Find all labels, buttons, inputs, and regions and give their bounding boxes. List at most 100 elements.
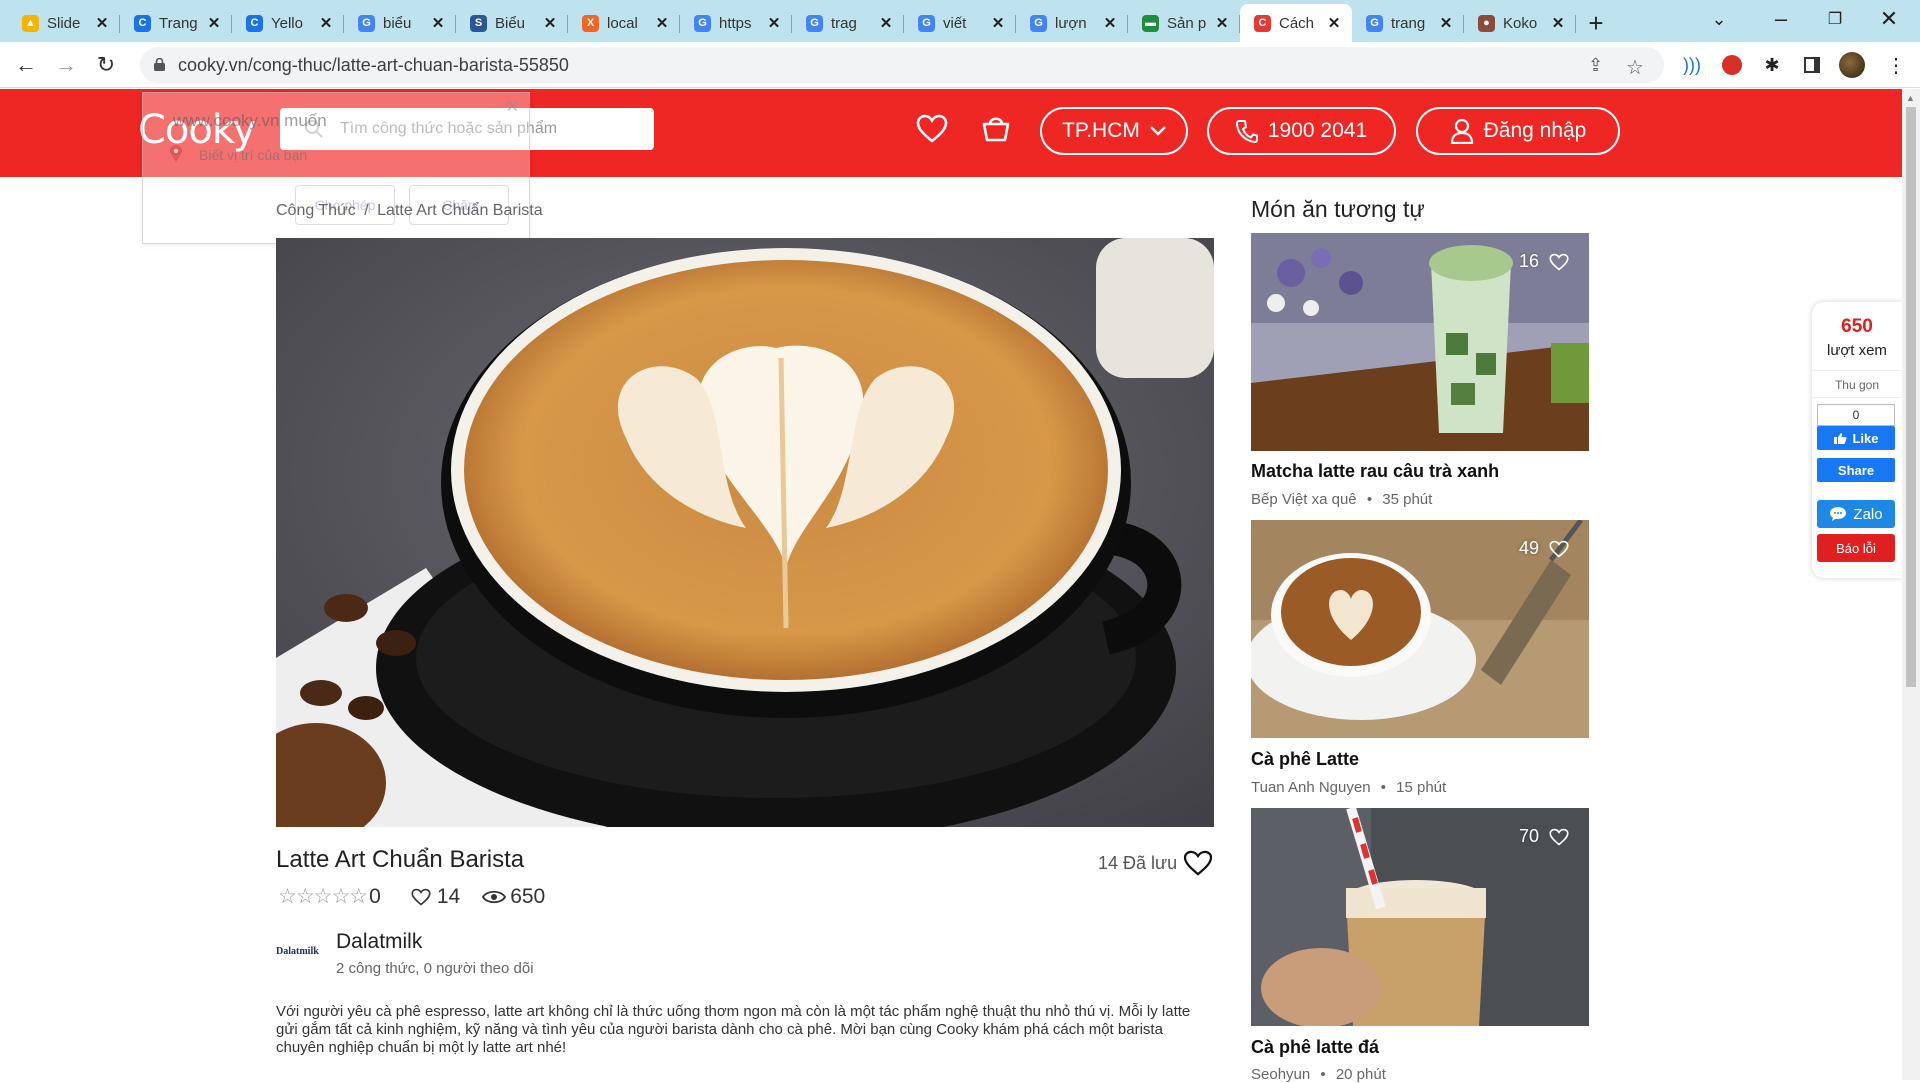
browser-tab[interactable]: Gviết ✕ [904, 4, 1016, 42]
similar-recipes-heading: Món ăn tương tự [1251, 196, 1425, 222]
scroll-up-arrow-icon[interactable]: ▲ [1906, 93, 1915, 103]
user-icon [1450, 118, 1473, 144]
tab-search-chevron-icon[interactable]: ⌄ [1688, 0, 1750, 38]
browser-tab[interactable]: Gbiểu ✕ [344, 4, 456, 42]
browser-tab[interactable]: C Trang ✕ [120, 4, 232, 42]
reload-button[interactable]: ↻ [90, 49, 122, 81]
back-button[interactable]: ← [10, 49, 42, 81]
profile-avatar[interactable] [1838, 51, 1866, 79]
browser-tab[interactable]: Gtrang ✕ [1352, 4, 1464, 42]
maximize-button[interactable]: ❐ [1804, 0, 1866, 38]
saved-count-label: 14 Đã lưu [1098, 852, 1178, 873]
views-eye-icon [482, 890, 507, 903]
fb-like-label: Like [1852, 430, 1879, 446]
location-pin-icon [170, 145, 182, 162]
author-name[interactable]: Dalatmilk [336, 930, 422, 954]
browser-tab[interactable]: Ghttps ✕ [680, 4, 792, 42]
browser-tab[interactable]: Gtrag ✕ [792, 4, 904, 42]
tab-close-icon[interactable]: ✕ [1326, 14, 1342, 32]
minimize-button[interactable]: – [1750, 0, 1812, 38]
page-scrollbar[interactable]: ▲ [1902, 89, 1920, 1080]
shopping-basket-icon[interactable] [980, 112, 1012, 144]
tab-close-icon[interactable]: ✕ [1214, 14, 1230, 32]
tab-close-icon[interactable]: ✕ [1438, 14, 1454, 32]
browser-tab[interactable]: S Biểu ✕ [456, 4, 568, 42]
browser-tab[interactable]: C Yello ✕ [232, 4, 344, 42]
similar-recipe-title[interactable]: Cà phê Latte [1251, 749, 1359, 770]
address-bar[interactable]: cooky.vn/cong-thuc/latte-art-chuan-baris… [140, 47, 1664, 83]
zalo-share-button[interactable]: Zalo [1817, 500, 1895, 528]
similar-recipe-title[interactable]: Cà phê latte đá [1251, 1037, 1379, 1058]
similar-recipe-title[interactable]: Matcha latte rau câu trà xanh [1251, 461, 1499, 482]
tab-close-icon[interactable]: ✕ [1550, 14, 1566, 32]
browser-tab[interactable]: Glượn ✕ [1016, 4, 1128, 42]
location-popup-subtitle: Biết vị trí của bạn [199, 147, 308, 163]
card-like-count: 16 [1519, 251, 1569, 272]
fb-like-button[interactable]: Like [1817, 426, 1895, 450]
browser-menu-icon[interactable]: ⋮ [1882, 51, 1910, 79]
browser-tab[interactable]: C Cách ✕ [1240, 4, 1352, 42]
tab-close-icon[interactable]: ✕ [206, 14, 222, 32]
tab-favicon-icon: ▲ [22, 14, 39, 32]
tab-close-icon[interactable]: ✕ [990, 14, 1006, 32]
url-text: cooky.vn/cong-thuc/latte-art-chuan-baris… [178, 54, 569, 75]
rating-stars[interactable]: ☆☆☆☆☆ [278, 884, 368, 909]
similar-recipe-time: 15 phút [1396, 779, 1447, 796]
similar-recipe-author[interactable]: Bếp Việt xa quê [1251, 491, 1357, 508]
tab-close-icon[interactable]: ✕ [766, 14, 782, 32]
fb-like-count: 0 [1817, 404, 1895, 426]
tab-close-icon[interactable]: ✕ [1102, 14, 1118, 32]
tab-favicon-icon: ● [1478, 14, 1495, 32]
save-recipe-button[interactable]: 14 Đã lưu [1098, 850, 1213, 876]
breadcrumb-root-link[interactable]: Công Thức [276, 202, 356, 219]
location-popup-close-icon[interactable]: ✕ [506, 97, 519, 117]
hotline-button[interactable]: 1900 2041 [1207, 107, 1396, 155]
rating-count: 0 [369, 884, 381, 908]
card-heart-icon[interactable] [1549, 540, 1569, 558]
browser-tab[interactable]: Xlocal ✕ [568, 4, 680, 42]
author-logo[interactable]: Dalatmilk [276, 946, 319, 957]
browser-tab[interactable]: ▬ Sản p ✕ [1128, 4, 1240, 42]
bookmark-star-icon[interactable]: ☆ [1626, 55, 1644, 80]
puzzle-extensions-icon[interactable]: ✱ [1758, 51, 1786, 79]
similar-recipe-author[interactable]: Tuan Anh Nguyen [1251, 779, 1371, 796]
tab-favicon-icon: C [1254, 14, 1271, 32]
fb-share-button[interactable]: Share [1817, 458, 1895, 482]
close-window-button[interactable]: ✕ [1858, 0, 1920, 38]
browser-tab[interactable]: ● Koko ✕ [1464, 4, 1576, 42]
browser-tab-strip: ▲ Slide ✕ C Trang ✕ C Yello ✕ Gbiểu ✕ S Biểu ✕ Xlocal ✕… [0, 0, 1920, 42]
tab-close-icon[interactable]: ✕ [878, 14, 894, 32]
tab-close-icon[interactable]: ✕ [654, 14, 670, 32]
tab-title: Slide [47, 14, 81, 32]
tab-favicon-icon: G [806, 14, 823, 32]
city-selector[interactable]: TP.HCM [1040, 107, 1188, 155]
share-icon[interactable]: ⇪ [1588, 55, 1603, 76]
scrollbar-thumb[interactable] [1906, 107, 1916, 687]
card-heart-icon[interactable] [1549, 828, 1569, 846]
tab-close-icon[interactable]: ✕ [430, 14, 446, 32]
tab-strip-spacer [0, 4, 8, 42]
forward-button[interactable]: → [50, 49, 82, 81]
views-count: 650 [510, 884, 546, 908]
report-error-button[interactable]: Báo lỗi [1817, 534, 1895, 562]
recipe-description: Với người yêu cà phê espresso, latte art… [276, 1003, 1191, 1056]
side-panel-icon[interactable] [1798, 51, 1826, 79]
browser-tab[interactable]: ▲ Slide ✕ [8, 4, 120, 42]
tab-close-icon[interactable]: ✕ [318, 14, 334, 32]
collapse-widget-button[interactable]: Thu gọn [1812, 370, 1902, 398]
favorites-heart-icon[interactable] [916, 114, 948, 144]
login-button[interactable]: Đăng nhập [1416, 107, 1620, 155]
tab-title: biểu [383, 14, 412, 32]
adblock-extension-icon[interactable] [1718, 51, 1746, 79]
tab-close-icon[interactable]: ✕ [542, 14, 558, 32]
similar-recipe-author[interactable]: Seohyun [1251, 1066, 1310, 1083]
similar-recipe-time: 35 phút [1382, 491, 1433, 508]
cast-extension-icon[interactable]: ))) [1678, 51, 1706, 79]
similar-recipe-card-image[interactable]: 49 [1251, 520, 1589, 738]
card-like-count-value: 49 [1518, 538, 1539, 558]
card-heart-icon[interactable] [1549, 253, 1569, 271]
tab-close-icon[interactable]: ✕ [94, 14, 110, 32]
similar-recipe-card-image[interactable]: 70 [1251, 808, 1589, 1026]
similar-recipe-card-image[interactable]: 16 [1251, 233, 1589, 451]
new-tab-button[interactable]: + [1576, 4, 1616, 42]
